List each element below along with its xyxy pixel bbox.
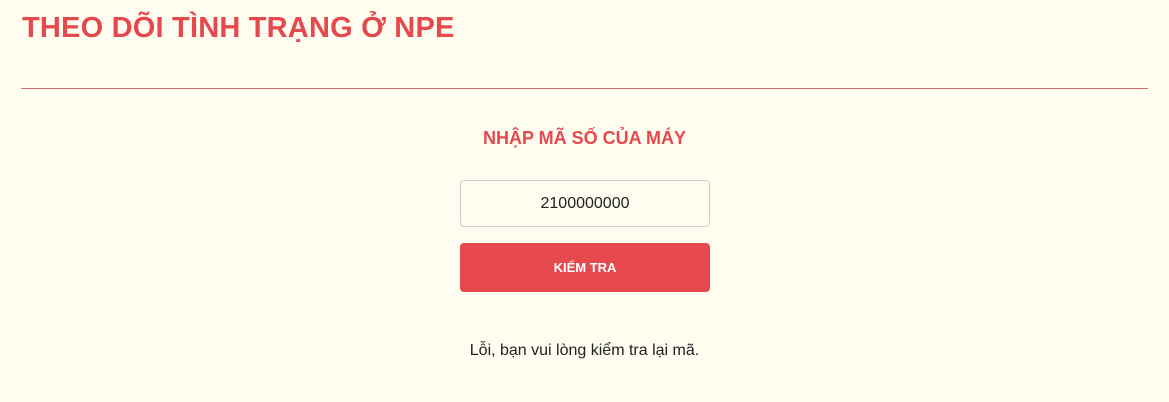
form-heading: NHẬP MÃ SỐ CỦA MÁY	[482, 128, 686, 148]
check-button[interactable]: KIỂM TRA	[460, 243, 710, 292]
header-divider	[21, 88, 1148, 89]
error-message: Lỗi, bạn vui lòng kiểm tra lại mã.	[469, 342, 700, 359]
page-title: THEO DÕI TÌNH TRẠNG Ở NPE	[22, 12, 455, 44]
machine-code-input[interactable]	[460, 180, 710, 227]
